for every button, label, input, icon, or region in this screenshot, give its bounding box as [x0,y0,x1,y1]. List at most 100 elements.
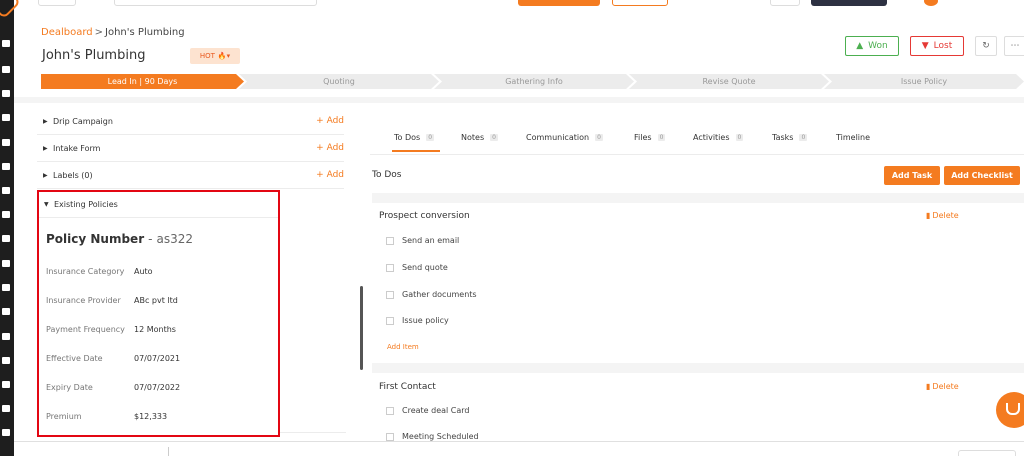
chat-icon[interactable] [2,357,10,364]
trash-icon: ▮ [926,382,931,391]
breadcrumb: Dealboard > John's Plumbing [41,27,185,38]
checkbox[interactable] [386,290,394,299]
tab-activities[interactable]: Activities 0 [693,133,744,142]
checklist-separator [372,193,1024,203]
page-title: John's Plumbing [42,48,146,63]
checklist-item[interactable]: Send quote [386,263,448,272]
tab-tasks[interactable]: Tasks 0 [772,133,808,142]
bank-icon[interactable] [2,114,10,121]
fire-icon: 🔥▾ [217,52,231,60]
lost-label: Lost [933,41,953,51]
delete-checklist-button[interactable]: ▮ Delete [926,382,959,391]
top-bar-button[interactable] [38,0,76,6]
tab-timeline[interactable]: Timeline [836,133,870,142]
filter-icon[interactable] [2,187,10,194]
section-labels[interactable]: ▶ Labels (0) + Add [37,162,344,189]
tab-count: 0 [490,134,498,141]
gear-icon[interactable] [2,429,10,436]
tab-notes[interactable]: Notes 0 [461,133,498,142]
add-item-link[interactable]: Add Item [387,343,419,351]
document-icon[interactable] [2,235,10,242]
checkbox[interactable] [386,316,394,325]
add-checklist-button[interactable]: Add Checklist [944,166,1020,185]
tab-count: 0 [799,134,808,141]
hot-badge[interactable]: HOT 🔥▾ [190,48,240,64]
top-outline-button[interactable] [612,0,668,6]
search-input[interactable] [114,0,317,6]
field-value: 07/07/2021 [134,354,181,363]
hot-badge-label: HOT [199,52,215,60]
deal-details-panel: ▶ Drip Campaign + Add ▶ Intake Form + Ad… [37,108,344,189]
dashboard-icon[interactable] [2,40,10,47]
stage-gathering-info[interactable]: Gathering Info [434,74,634,89]
policy-number: Policy Number - as322 [46,232,193,246]
dollar-icon[interactable] [2,381,10,388]
tab-count: 0 [657,134,666,141]
thumbs-up-icon: ▲ [856,41,864,51]
report-icon[interactable] [2,308,10,315]
chat-launcher-button[interactable] [996,392,1024,428]
lost-button[interactable]: ▼ Lost [910,36,964,56]
section-intake-form[interactable]: ▶ Intake Form + Add [37,135,344,162]
divider [280,432,346,433]
stage-revise-quote[interactable]: Revise Quote [629,74,829,89]
stage-issue-policy[interactable]: Issue Policy [824,74,1024,89]
field-value: ABc pvt ltd [134,296,178,305]
caret-right-icon: ▶ [43,171,48,179]
more-button[interactable]: ⋯ [1004,36,1024,56]
existing-policies-label: Existing Policies [54,200,118,209]
delete-label: Delete [932,211,959,220]
handshake-icon[interactable] [2,66,10,73]
existing-policies-header[interactable]: ▼ Existing Policies [39,192,278,218]
add-task-button[interactable]: Add Task [884,166,940,185]
tab-files[interactable]: Files 0 [634,133,666,142]
tab-to-dos[interactable]: To Dos 0 [394,133,435,142]
checklists-area [372,200,1024,450]
contact-icon[interactable] [2,163,10,170]
mail-icon[interactable] [2,284,10,291]
checklist-item[interactable]: Meeting Scheduled [386,432,479,441]
checkbox[interactable] [386,432,394,441]
top-action-button[interactable] [518,0,600,6]
add-drip-campaign-button[interactable]: + Add [316,116,344,126]
stage-quoting[interactable]: Quoting [239,74,439,89]
bottom-button[interactable] [958,450,1016,456]
tab-label: Timeline [836,133,871,142]
checklist-title: Prospect conversion [379,211,470,221]
breadcrumb-link[interactable]: Dealboard [41,27,93,38]
checklist-item[interactable]: Issue policy [386,316,449,325]
won-button[interactable]: ▲ Won [845,36,899,56]
checklist-item[interactable]: Create deal Card [386,406,470,415]
top-dark-button[interactable] [811,0,887,6]
todos-title: To Dos [372,170,402,180]
tab-count: 0 [426,134,435,141]
breadcrumb-separator: > [94,27,104,38]
field-value: 12 Months [134,325,176,334]
delete-checklist-button[interactable]: ▮ Delete [926,211,959,220]
checkbox[interactable] [386,263,394,272]
tab-communication[interactable]: Communication 0 [526,133,603,142]
bottom-bar [14,441,1024,456]
chart-icon[interactable] [2,260,10,267]
checkbox[interactable] [386,236,394,245]
checkbox[interactable] [386,406,394,415]
checklist-item[interactable]: Send an email [386,236,459,245]
section-drip-campaign[interactable]: ▶ Drip Campaign + Add [37,108,344,135]
stage-lead-in[interactable]: Lead In | 90 Days [41,74,244,89]
field-value: 07/07/2022 [134,383,181,392]
top-small-button[interactable] [770,0,800,6]
megaphone-icon[interactable] [2,211,10,218]
scrollbar-thumb[interactable] [360,286,363,370]
add-intake-form-button[interactable]: + Add [316,143,344,153]
add-label-button[interactable]: + Add [316,170,344,180]
avatar[interactable] [924,0,938,6]
checklist-item[interactable]: Gather documents [386,290,477,299]
refresh-button[interactable]: ↻ [975,36,997,56]
list-icon[interactable] [2,139,10,146]
calendar-icon[interactable] [2,333,10,340]
checklist-item-label: Send quote [402,263,448,272]
section-label: Drip Campaign [53,116,113,126]
clipboard-icon[interactable] [2,90,10,97]
lock-icon[interactable] [2,405,10,412]
field-label: Payment Frequency [46,325,125,334]
